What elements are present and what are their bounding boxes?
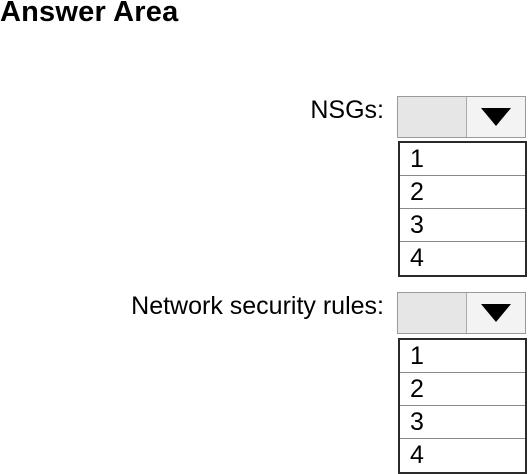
down-triangle-icon: [481, 108, 511, 126]
answer-area-title: Answer Area: [0, 0, 179, 28]
network-security-rules-options-list: 1 2 3 4: [398, 338, 527, 474]
network-security-rules-option-3[interactable]: 3: [400, 406, 525, 439]
network-security-rules-dropdown-button[interactable]: [467, 293, 525, 333]
nsgs-option-2[interactable]: 2: [400, 176, 525, 209]
network-security-rules-option-4[interactable]: 4: [400, 439, 525, 472]
network-security-rules-dropdown[interactable]: [397, 292, 526, 334]
nsgs-label: NSGs:: [310, 96, 384, 124]
network-security-rules-selected-value[interactable]: [398, 293, 467, 333]
down-triangle-icon: [481, 304, 511, 322]
nsgs-option-3[interactable]: 3: [400, 209, 525, 242]
nsgs-dropdown-button[interactable]: [467, 97, 525, 137]
nsgs-dropdown[interactable]: [397, 96, 526, 138]
network-security-rules-option-2[interactable]: 2: [400, 373, 525, 406]
nsgs-option-4[interactable]: 4: [400, 242, 525, 275]
nsgs-option-1[interactable]: 1: [400, 143, 525, 176]
network-security-rules-label: Network security rules:: [131, 292, 384, 320]
nsgs-selected-value[interactable]: [398, 97, 467, 137]
network-security-rules-option-1[interactable]: 1: [400, 340, 525, 373]
nsgs-options-list: 1 2 3 4: [398, 141, 527, 277]
